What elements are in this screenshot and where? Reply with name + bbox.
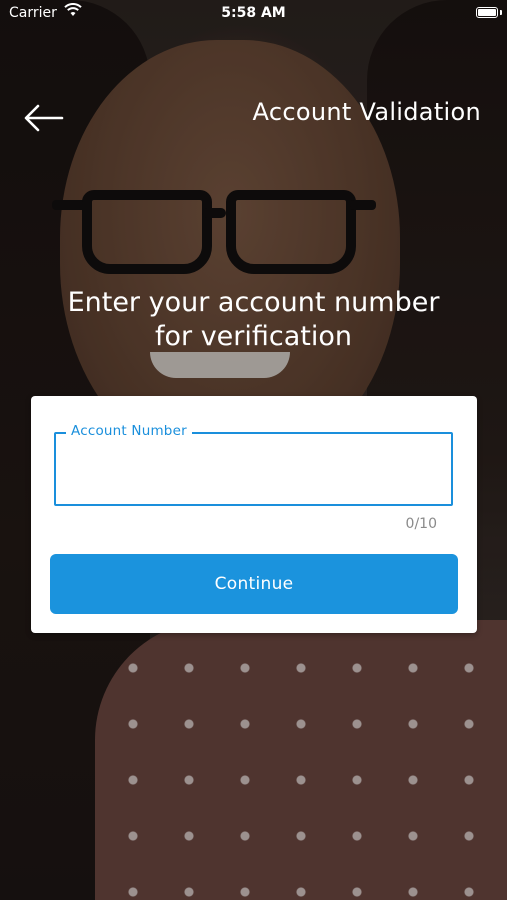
page-title: Account Validation	[252, 98, 481, 126]
arrow-left-icon	[24, 104, 64, 132]
account-number-label: Account Number	[66, 423, 192, 439]
status-time: 5:58 AM	[221, 5, 286, 21]
account-number-input[interactable]	[68, 452, 442, 488]
character-counter: 0/10	[405, 516, 437, 532]
status-bar: Carrier 5:58 AM	[0, 0, 507, 28]
instruction-text: Enter your account number for verificati…	[0, 286, 507, 354]
account-number-field[interactable]: Account Number	[54, 423, 453, 506]
instruction-line-2: for verification	[154, 321, 352, 352]
continue-button[interactable]: Continue	[50, 554, 458, 614]
battery-icon	[476, 7, 498, 18]
battery-tip	[500, 10, 502, 15]
back-button[interactable]	[22, 98, 66, 138]
account-form-card: Account Number 0/10 Continue	[31, 396, 477, 633]
instruction-line-1: Enter your account number	[67, 287, 440, 318]
